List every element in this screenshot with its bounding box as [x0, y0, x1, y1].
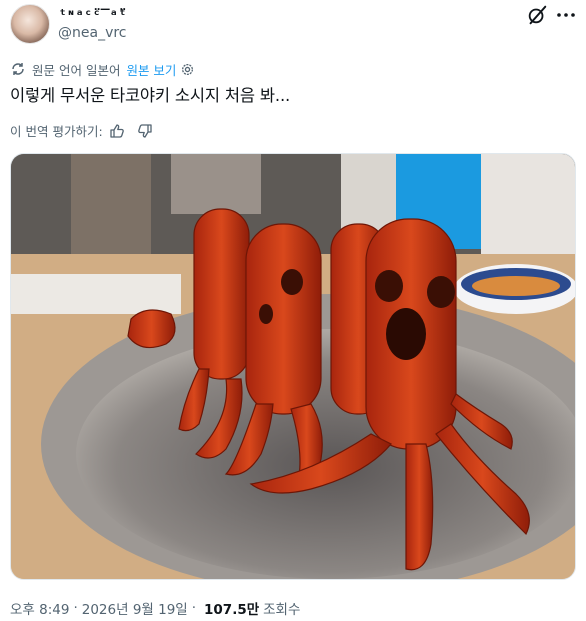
- gear-icon[interactable]: [180, 62, 195, 77]
- rate-translation-row: 이 번역 평가하기:: [10, 121, 153, 140]
- avatar[interactable]: [10, 4, 50, 44]
- tweet-meta: 오후 8:49 · 2026년 9월 19일 · 107.5만 조회수: [10, 598, 301, 618]
- more-dots-icon[interactable]: [556, 8, 576, 22]
- tweet-photo[interactable]: [10, 153, 576, 580]
- view-original-link[interactable]: 원본 보기: [126, 60, 176, 79]
- tweet-date[interactable]: 2026년 9월 19일: [82, 598, 188, 618]
- translate-icon: [12, 63, 24, 75]
- tweet-time[interactable]: 오후 8:49: [10, 598, 69, 618]
- thumbs-up-icon[interactable]: [109, 123, 125, 139]
- translation-row: 원문 언어 일본어 원본 보기: [10, 60, 195, 78]
- rate-translation-label: 이 번역 평가하기:: [10, 124, 103, 139]
- views-label: 조회수: [263, 602, 301, 618]
- tweet-header: ᵗᶰᵃᶜ̈ᶜ‾ᵃ̈ᵗ @nea_vrc: [10, 4, 576, 44]
- translation-language-label: 원문 언어 일본어: [32, 62, 121, 78]
- display-name[interactable]: ᵗᶰᵃᶜ̈ᶜ‾ᵃ̈ᵗ: [58, 6, 127, 24]
- grok-slash-icon[interactable]: [526, 4, 548, 26]
- user-handle[interactable]: @nea_vrc: [58, 25, 127, 41]
- tweet-text: 이렇게 무서운 타코야키 소시지 처음 봐...: [10, 86, 291, 105]
- octopus-sausage-photo: [11, 154, 575, 579]
- views-count: 107.5만: [204, 602, 260, 618]
- thumbs-down-icon[interactable]: [137, 123, 153, 139]
